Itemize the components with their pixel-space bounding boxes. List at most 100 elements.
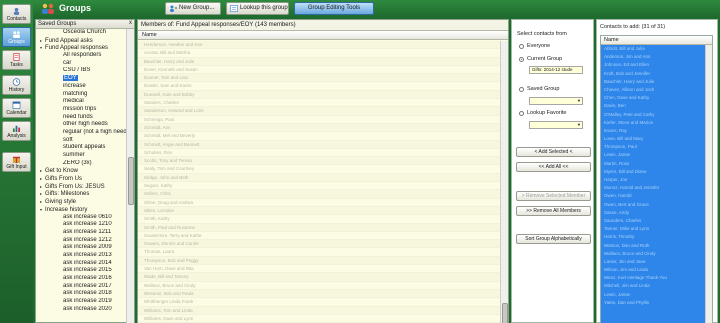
member-row[interactable]: Wade, Bill and Tammy	[138, 273, 501, 282]
member-row[interactable]: Sedge, John and Beth	[138, 173, 501, 183]
contact-row[interactable]: Chen, Dave and Kathy	[601, 94, 707, 102]
contacts-scrollbar[interactable]	[705, 45, 712, 323]
contact-row[interactable]: Lanier, Jim and Jane	[601, 258, 707, 266]
lookup-favorite-radio[interactable]	[519, 111, 524, 116]
tree-item[interactable]: Osceola Church	[36, 29, 127, 37]
member-row[interactable]: Bauchler, Harry and Julie	[138, 57, 501, 66]
tree-item[interactable]: soft	[36, 137, 127, 145]
contact-row[interactable]: Owen, Bert and Grace	[601, 201, 707, 209]
contact-row[interactable]: Saunders, Charles	[601, 217, 707, 225]
tree-item[interactable]: ask increase 2019	[36, 298, 127, 306]
member-row[interactable]: Wallace, Bruce and Cindy	[138, 282, 501, 290]
tree-item[interactable]: EOY	[36, 75, 127, 83]
group-editing-tools-button[interactable]: Group Editing Tools	[294, 2, 374, 15]
tree-item[interactable]: ▾ Fund Appeal responses	[36, 44, 127, 52]
tree-item[interactable]: ▸ Gifts From Us: JESUS	[36, 183, 127, 191]
nav-groups-button[interactable]: Groups	[2, 27, 31, 47]
member-row[interactable]: Thompson, Bob and Peggy	[138, 256, 501, 266]
current-group-dropdown[interactable]: Gifts: 2014-12 stude	[529, 66, 583, 74]
member-row[interactable]: Sanderson, Howard and Lorie	[138, 107, 501, 116]
tree-item[interactable]: ask increase 1212	[36, 237, 127, 245]
tree-item[interactable]: mission trips	[36, 106, 127, 114]
tree-item[interactable]: ▸ Gifts From Us	[36, 175, 127, 183]
tree-item[interactable]: ask increase 1210	[36, 221, 127, 229]
tree-item[interactable]: ask increase 2014	[36, 260, 127, 268]
member-row[interactable]: Sowers, Dennis and Carole	[138, 240, 501, 249]
contact-row[interactable]: Lewis, Jamie	[601, 291, 707, 299]
tree-item[interactable]: ask increase 1211	[36, 229, 127, 237]
tree-item[interactable]: ▸ Get to Know	[36, 167, 127, 175]
member-row[interactable]: Acosta, Bill and Martha	[138, 49, 501, 58]
nav-contacts-button[interactable]: Contacts	[2, 4, 31, 24]
contact-row[interactable]: Evans, Ray	[601, 127, 707, 135]
tree-item[interactable]: regular (not a high need)	[36, 129, 127, 137]
tree-item[interactable]: ▸ Gifts: Milestones	[36, 190, 127, 198]
member-row[interactable]: Van Horn, Dave and Rita	[138, 265, 501, 274]
member-row[interactable]: Wessner, Bob and Paula	[138, 289, 501, 299]
contact-row[interactable]: Harris, Timothy	[601, 233, 707, 241]
member-row[interactable]: Sikes, Lorraine	[138, 206, 501, 216]
member-row[interactable]: Henderson, Heather and Ken	[138, 41, 501, 50]
contact-row[interactable]: Yates, Dan and Phyllis	[601, 299, 707, 307]
contact-row[interactable]: Martin, Ross	[601, 160, 707, 168]
contact-row[interactable]: Anderson, Jim and Ann	[601, 53, 707, 61]
scrollbar-thumb[interactable]	[128, 157, 134, 205]
contact-row[interactable]: Kiefer, Steve and Marion	[601, 119, 707, 127]
member-row[interactable]: Duewell, Kate and Bobby	[138, 90, 501, 100]
contact-row[interactable]: Wilson, Jim and Linda	[601, 266, 707, 274]
member-row[interactable]: Sanders, Charles	[138, 99, 501, 108]
contact-row[interactable]: Owen, Harold	[601, 192, 707, 200]
tree-item[interactable]: ZERO (3x)	[36, 160, 127, 168]
tree-item[interactable]: car	[36, 60, 127, 68]
tree-item[interactable]: student appeals	[36, 144, 127, 152]
nav-history-button[interactable]: History	[2, 75, 31, 95]
contact-row[interactable]: Wenz, Kurt Heritage Thank You	[601, 274, 707, 282]
tree-item[interactable]: ask increase 0610	[36, 214, 127, 222]
member-row[interactable]: Schultes, Ron	[138, 149, 501, 158]
tree-item[interactable]: ask increase 2020	[36, 306, 127, 314]
nav-gift-input-button[interactable]: Gift Input	[2, 152, 31, 172]
tree-item[interactable]: ▸ Giving style	[36, 198, 127, 206]
sort-group-button[interactable]: Sort Group Alphabetically	[516, 234, 591, 244]
tree-item[interactable]: ask increase 2015	[36, 267, 127, 275]
remove-all-button[interactable]: >> Remove All Members	[516, 206, 591, 216]
nav-tasks-button[interactable]: Tasks	[2, 50, 31, 70]
tree-item[interactable]: need funds	[36, 114, 127, 122]
member-row[interactable]: Shine, Doug and Andrea	[138, 199, 501, 207]
new-group-button[interactable]: New Group...	[165, 2, 221, 15]
members-column-header[interactable]: Name	[138, 31, 508, 40]
member-row[interactable]: Whitthenger Linda Frank	[138, 298, 501, 307]
saved-groups-scrollbar[interactable]	[126, 29, 134, 323]
member-row[interactable]: Soudermire, Terry and Kathe	[138, 232, 501, 241]
member-row[interactable]: Schmidt, Angie and Bennett	[138, 140, 501, 149]
member-row[interactable]: Sellers, Chris	[138, 190, 501, 199]
tree-item[interactable]: summer	[36, 152, 127, 160]
tree-item[interactable]: matching	[36, 91, 127, 99]
contact-row[interactable]: Lewis, Jamie	[601, 151, 707, 159]
member-row[interactable]: Sealy, Tom and Courtney	[138, 165, 501, 174]
contact-row[interactable]: O'Malley, Pete and Cathy	[601, 111, 707, 119]
tree-item[interactable]: ask increase 2018	[36, 290, 127, 298]
current-group-radio[interactable]	[519, 57, 524, 62]
scrollbar-thumb[interactable]	[502, 303, 508, 323]
contact-row[interactable]: Watson, Dan and Ruth	[601, 242, 707, 250]
tree-item[interactable]: All responders	[36, 52, 127, 60]
add-all-button[interactable]: << Add All <<	[516, 162, 591, 172]
contact-row[interactable]: Bauchler, Harry and Julie	[601, 78, 707, 86]
saved-group-dropdown[interactable]: ▼	[529, 97, 583, 105]
tree-item[interactable]: ask increase 2016	[36, 275, 127, 283]
contact-row[interactable]: Thompson, Paul	[601, 143, 707, 151]
lookup-group-button[interactable]: Lookup this group	[226, 2, 289, 15]
contact-row[interactable]: Mitchell, Jim and Linda	[601, 282, 707, 290]
tree-item[interactable]: ▾ Increase history	[36, 206, 127, 214]
contact-row[interactable]: Chavez, Allison and Josh	[601, 86, 707, 94]
contact-row[interactable]: Lowe, Bill and Mary	[601, 135, 707, 143]
member-row[interactable]: Dover, Kenneth and Susan	[138, 66, 501, 75]
member-row[interactable]: Dooner, Tom and Lisa	[138, 74, 501, 83]
add-selected-button[interactable]: < Add Selected <	[516, 147, 591, 157]
member-row[interactable]: Segars, Kathy	[138, 182, 501, 191]
member-row[interactable]: Scotts, Tony and Teresa	[138, 157, 501, 166]
contact-row[interactable]: Wallace, Bruce and Cindy	[601, 250, 707, 258]
tree-item[interactable]: increase	[36, 83, 127, 91]
tree-item[interactable]: ask increase 2013	[36, 252, 127, 260]
